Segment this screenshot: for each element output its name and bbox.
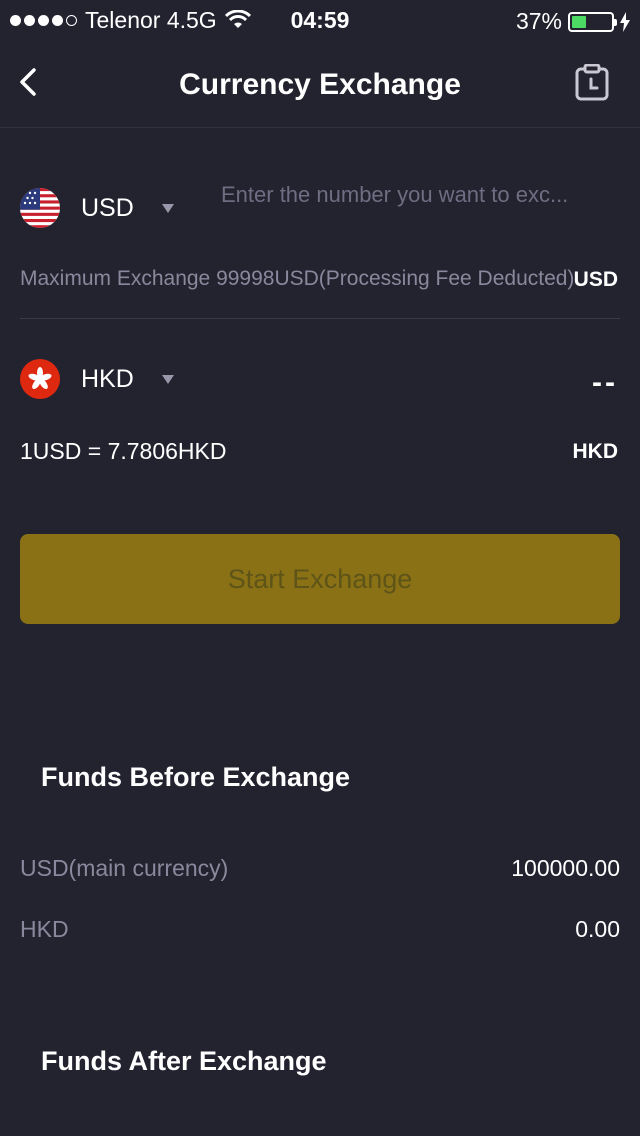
status-right: 37% — [516, 8, 630, 35]
caret-down-icon — [161, 203, 174, 213]
caret-down-icon — [161, 374, 174, 384]
carrier-label: Telenor 4.5G — [85, 6, 217, 33]
fund-row-value: 0.00 — [575, 916, 620, 942]
to-unit-label: HKD — [572, 440, 619, 463]
fund-row-value: 100000.00 — [511, 855, 620, 881]
funds-before-title: Funds Before Exchange — [41, 762, 351, 792]
to-currency-code: HKD — [81, 364, 134, 393]
clipboard-clock-icon — [575, 63, 609, 101]
history-button[interactable] — [574, 63, 610, 102]
converted-amount: -- — [592, 366, 618, 399]
hk-flag-icon — [20, 359, 60, 399]
battery-icon — [568, 11, 617, 32]
battery-level — [572, 15, 587, 28]
start-exchange-button[interactable]: Start Exchange — [20, 534, 620, 624]
exchange-rate-text: 1USD = 7.7806HKD — [20, 438, 227, 464]
wifi-icon — [224, 10, 251, 28]
maximum-exchange-text: Maximum Exchange 99998USD(Processing Fee… — [20, 267, 575, 290]
status-bar: Telenor 4.5G 04:59 37% — [0, 0, 640, 40]
us-flag-icon — [20, 188, 60, 228]
fund-row-label: USD(main currency) — [20, 855, 229, 881]
nav-bar: Currency Exchange — [0, 40, 640, 128]
charging-bolt-icon — [620, 11, 630, 32]
page-title: Currency Exchange — [179, 68, 461, 101]
to-currency-select[interactable]: HKD — [20, 359, 174, 399]
status-left: Telenor 4.5G — [10, 7, 251, 34]
funds-after-title: Funds After Exchange — [41, 1046, 327, 1076]
exchange-amount-input[interactable] — [221, 180, 621, 210]
divider — [20, 318, 620, 319]
signal-strength-icon — [10, 14, 77, 26]
from-currency-code: USD — [81, 193, 134, 222]
from-currency-select[interactable]: USD — [20, 188, 174, 228]
from-unit-label: USD — [573, 268, 618, 291]
fund-row-label: HKD — [20, 916, 69, 942]
battery-percent: 37% — [515, 8, 562, 34]
